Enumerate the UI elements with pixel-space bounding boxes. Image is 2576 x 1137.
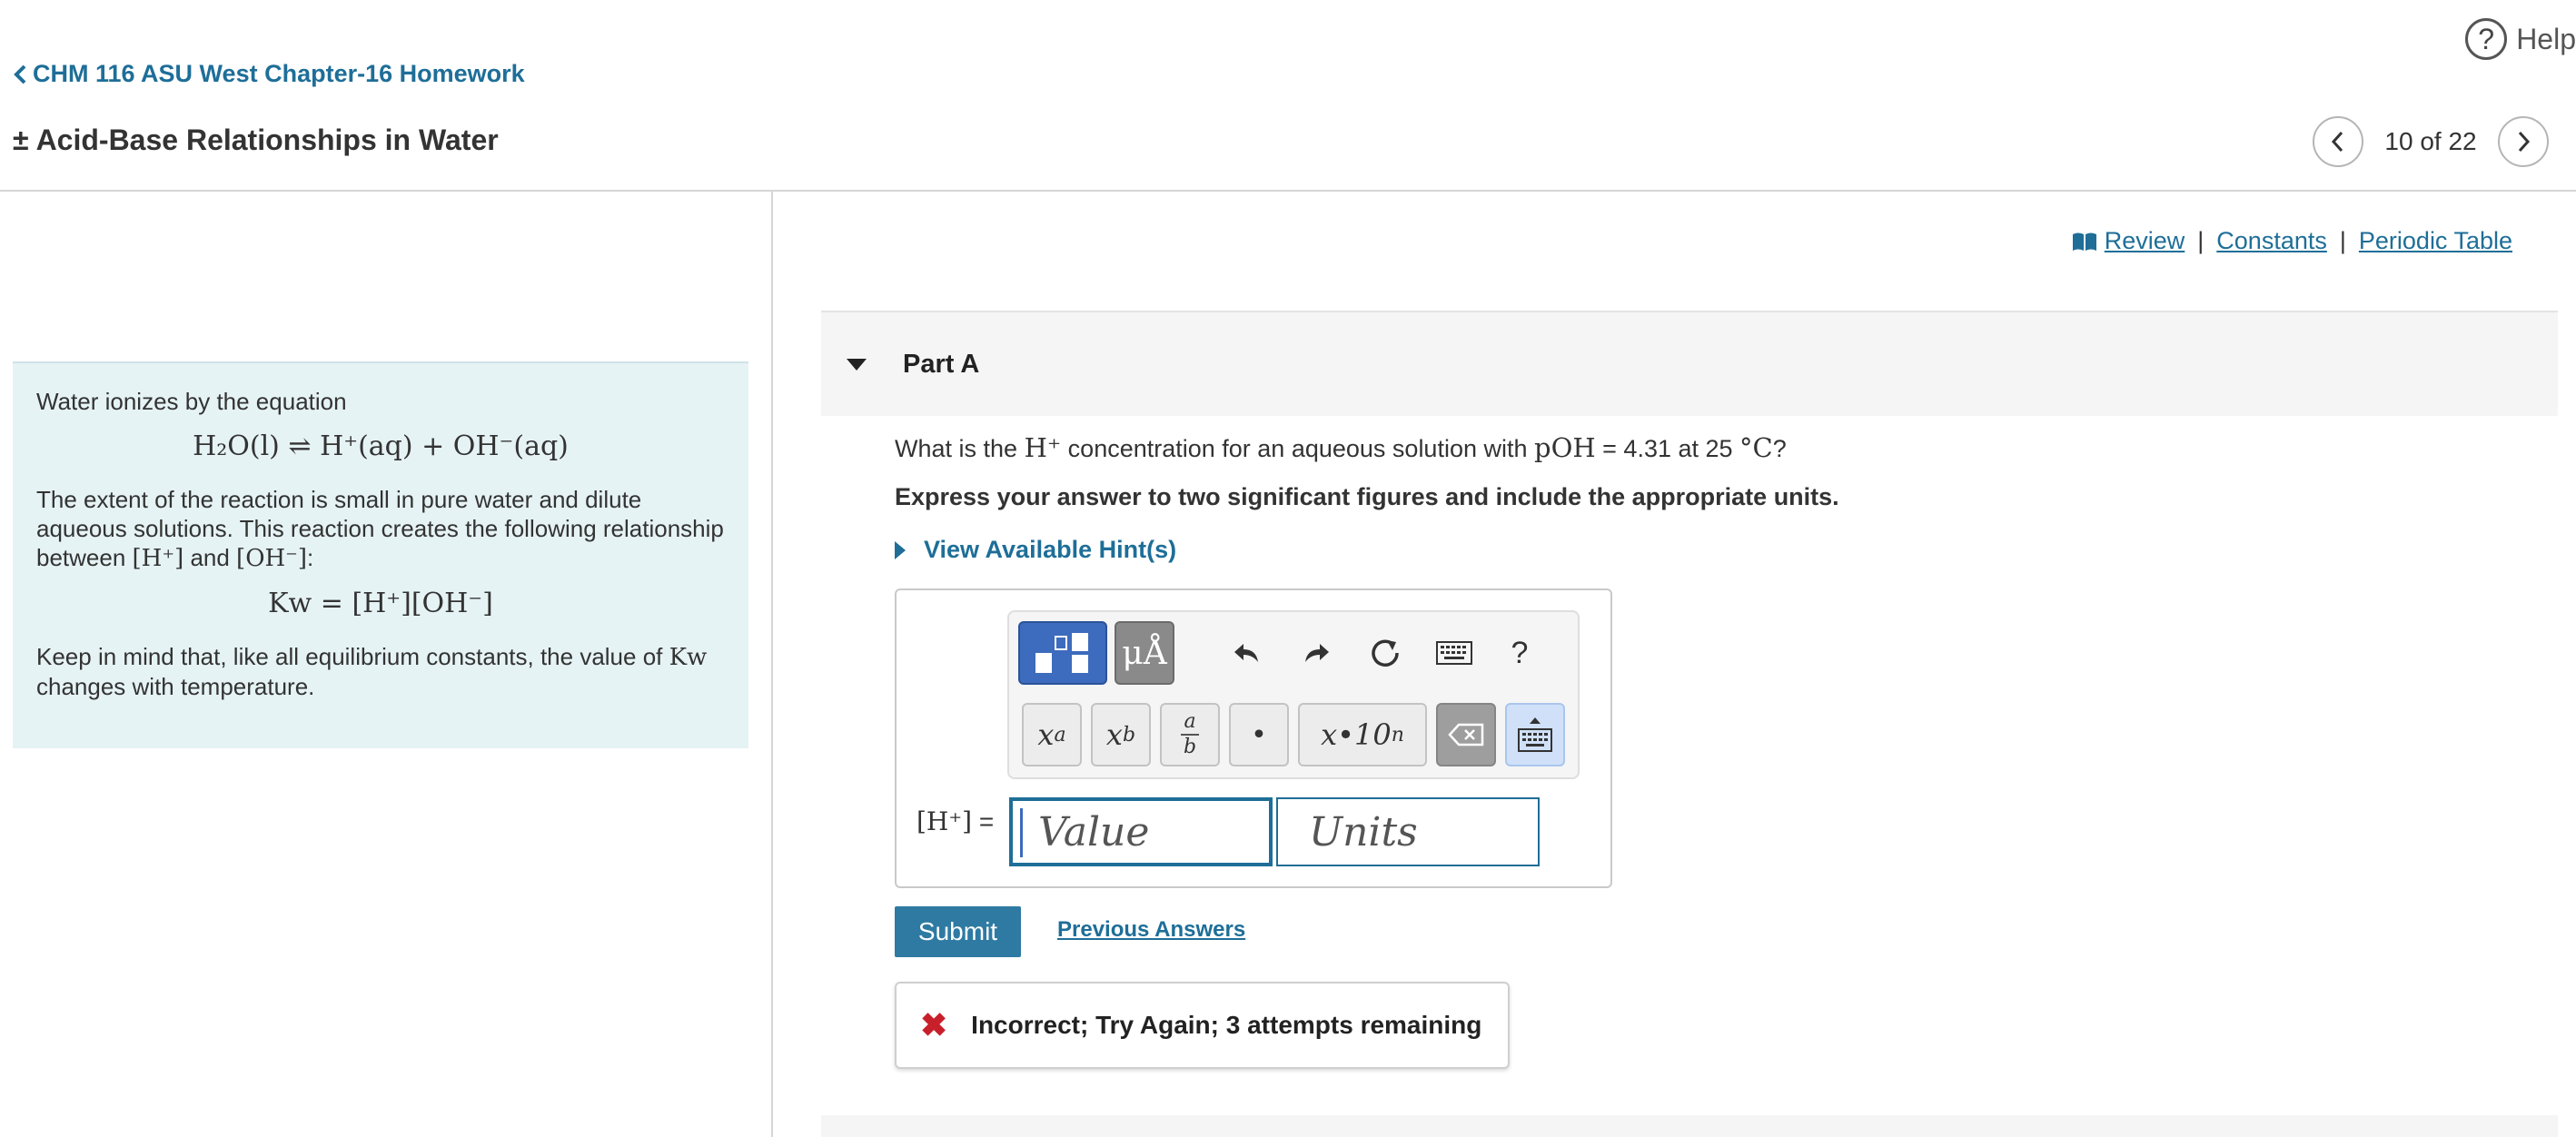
kw-symbol: Kw [669, 644, 708, 671]
intro-paragraph-kw: Keep in mind that, like all equilibrium … [36, 642, 725, 701]
units-input[interactable]: Units [1276, 797, 1540, 866]
page-title: ± Acid-Base Relationships in Water [13, 124, 499, 157]
value-input[interactable]: Value [1009, 797, 1273, 866]
scientific-notation-key[interactable]: x•10 n [1298, 703, 1427, 766]
reset-button[interactable] [1360, 628, 1411, 678]
ionization-equation: H₂O(l) ⇌ H⁺(aq) + OH⁻(aq) [193, 430, 569, 462]
q-text: ? [1772, 435, 1787, 462]
key-sub: b [1122, 723, 1136, 746]
submit-button[interactable]: Submit [895, 906, 1021, 957]
backspace-key[interactable] [1436, 703, 1496, 766]
subscript-key[interactable]: xb [1091, 703, 1151, 766]
link-separator: | [2339, 227, 2346, 254]
feedback-message: ✖ Incorrect; Try Again; 3 attempts remai… [895, 982, 1510, 1069]
q-text: = 4.31 at 25 [1595, 435, 1740, 462]
intro-and: and [183, 544, 237, 571]
redo-icon [1305, 644, 1329, 662]
question-text: What is the H⁺ concentration for an aque… [895, 432, 1787, 463]
feedback-text: Incorrect; Try Again; 3 attempts remaini… [971, 1011, 1482, 1039]
key-base: x [1037, 717, 1055, 752]
redo-button[interactable] [1291, 628, 1342, 678]
resource-links: Review | Constants | Periodic Table [2072, 227, 2512, 255]
intro-paragraph: The extent of the reaction is small in p… [36, 485, 725, 573]
q-poh: pOH [1534, 432, 1596, 463]
view-hints-toggle[interactable]: View Available Hint(s) [895, 536, 1176, 564]
book-icon [2072, 232, 2096, 251]
fraction-key[interactable]: ab [1160, 703, 1220, 766]
next-part-bar [821, 1115, 2558, 1137]
key-sup: n [1391, 723, 1404, 746]
toolbar-help-button[interactable]: ? [1494, 628, 1545, 678]
title-text: Acid-Base Relationships in Water [35, 124, 499, 156]
intro-text: changes with temperature. [36, 673, 315, 700]
pager-count: 10 of 22 [2384, 127, 2477, 155]
answer-label: [H⁺] = [916, 806, 994, 836]
title-prefix: ± [13, 124, 29, 156]
keyboard-shortcuts-button[interactable] [1429, 628, 1480, 678]
frac-num: a [1184, 710, 1196, 733]
key-base: x•10 [1321, 717, 1392, 752]
back-to-assignment-link[interactable]: CHM 116 ASU West Chapter-16 Homework [13, 60, 525, 88]
oh-concentration: [OH⁻] [236, 545, 308, 572]
math-toolbar: μÅ ? xa xb ab • x•10 n [1007, 610, 1580, 779]
review-label: Review [2104, 227, 2185, 254]
keyboard-up-icon [1518, 717, 1552, 752]
templates-icon [1035, 633, 1088, 673]
kw-equation: Kw = [H⁺][OH⁻] [268, 588, 493, 619]
previous-item-button[interactable] [2313, 116, 2363, 167]
caret-right-icon [895, 540, 906, 559]
keyboard-icon [1436, 641, 1472, 665]
header-divider [0, 190, 2576, 192]
frac-den: b [1183, 736, 1197, 758]
intro-panel: Water ionizes by the equation H₂O(l) ⇌ H… [13, 361, 748, 748]
key-sup: a [1054, 723, 1066, 746]
answer-label-equals: = [972, 807, 995, 835]
periodic-table-link[interactable]: Periodic Table [2359, 227, 2512, 255]
hint-label: View Available Hint(s) [924, 536, 1177, 563]
backspace-icon [1448, 723, 1484, 746]
part-title: Part A [903, 349, 980, 379]
pane-divider [771, 191, 773, 1137]
link-separator: | [2197, 227, 2204, 254]
help-label: Help [2516, 22, 2576, 55]
next-item-button[interactable] [2498, 116, 2549, 167]
chevron-left-icon [14, 64, 26, 84]
key-base: x [1105, 717, 1123, 752]
units-symbols-button[interactable]: μÅ [1115, 621, 1174, 685]
multiply-dot-key[interactable]: • [1229, 703, 1289, 766]
intro-line: Water ionizes by the equation [36, 388, 347, 415]
help-link[interactable]: ? Help [2465, 18, 2576, 60]
toggle-keyboard-key[interactable] [1505, 703, 1565, 766]
previous-answers-link[interactable]: Previous Answers [1057, 917, 1245, 943]
review-link[interactable]: Review [2072, 227, 2185, 255]
chevron-left-icon [2331, 131, 2343, 153]
intro-colon: : [307, 544, 314, 571]
answer-box: μÅ ? xa xb ab • x•10 n [H⁺] = Value Unit… [895, 588, 1612, 888]
exponent-key[interactable]: xa [1022, 703, 1082, 766]
undo-button[interactable] [1222, 628, 1273, 678]
answer-label-text: [H⁺] [916, 806, 973, 836]
intro-text: Keep in mind that, like all equilibrium … [36, 643, 669, 670]
caret-down-icon [847, 358, 867, 371]
incorrect-icon: ✖ [920, 1006, 948, 1043]
instruction-text: Express your answer to two significant f… [895, 483, 1839, 510]
undo-icon [1234, 644, 1258, 662]
q-degc: °C [1739, 432, 1773, 463]
q-h-ion: H⁺ [1024, 432, 1062, 463]
constants-link[interactable]: Constants [2216, 227, 2327, 255]
h-concentration: [H⁺] [132, 545, 184, 572]
templates-button[interactable] [1018, 621, 1107, 685]
q-text: What is the [895, 435, 1025, 462]
q-text: concentration for an aqueous solution wi… [1061, 435, 1535, 462]
help-icon: ? [2465, 18, 2508, 60]
chevron-right-icon [2518, 131, 2531, 153]
reset-icon [1372, 639, 1399, 667]
part-a-header[interactable]: Part A [821, 311, 2558, 416]
back-link-label: CHM 116 ASU West Chapter-16 Homework [33, 60, 525, 87]
pager: 10 of 22 [2313, 116, 2549, 167]
